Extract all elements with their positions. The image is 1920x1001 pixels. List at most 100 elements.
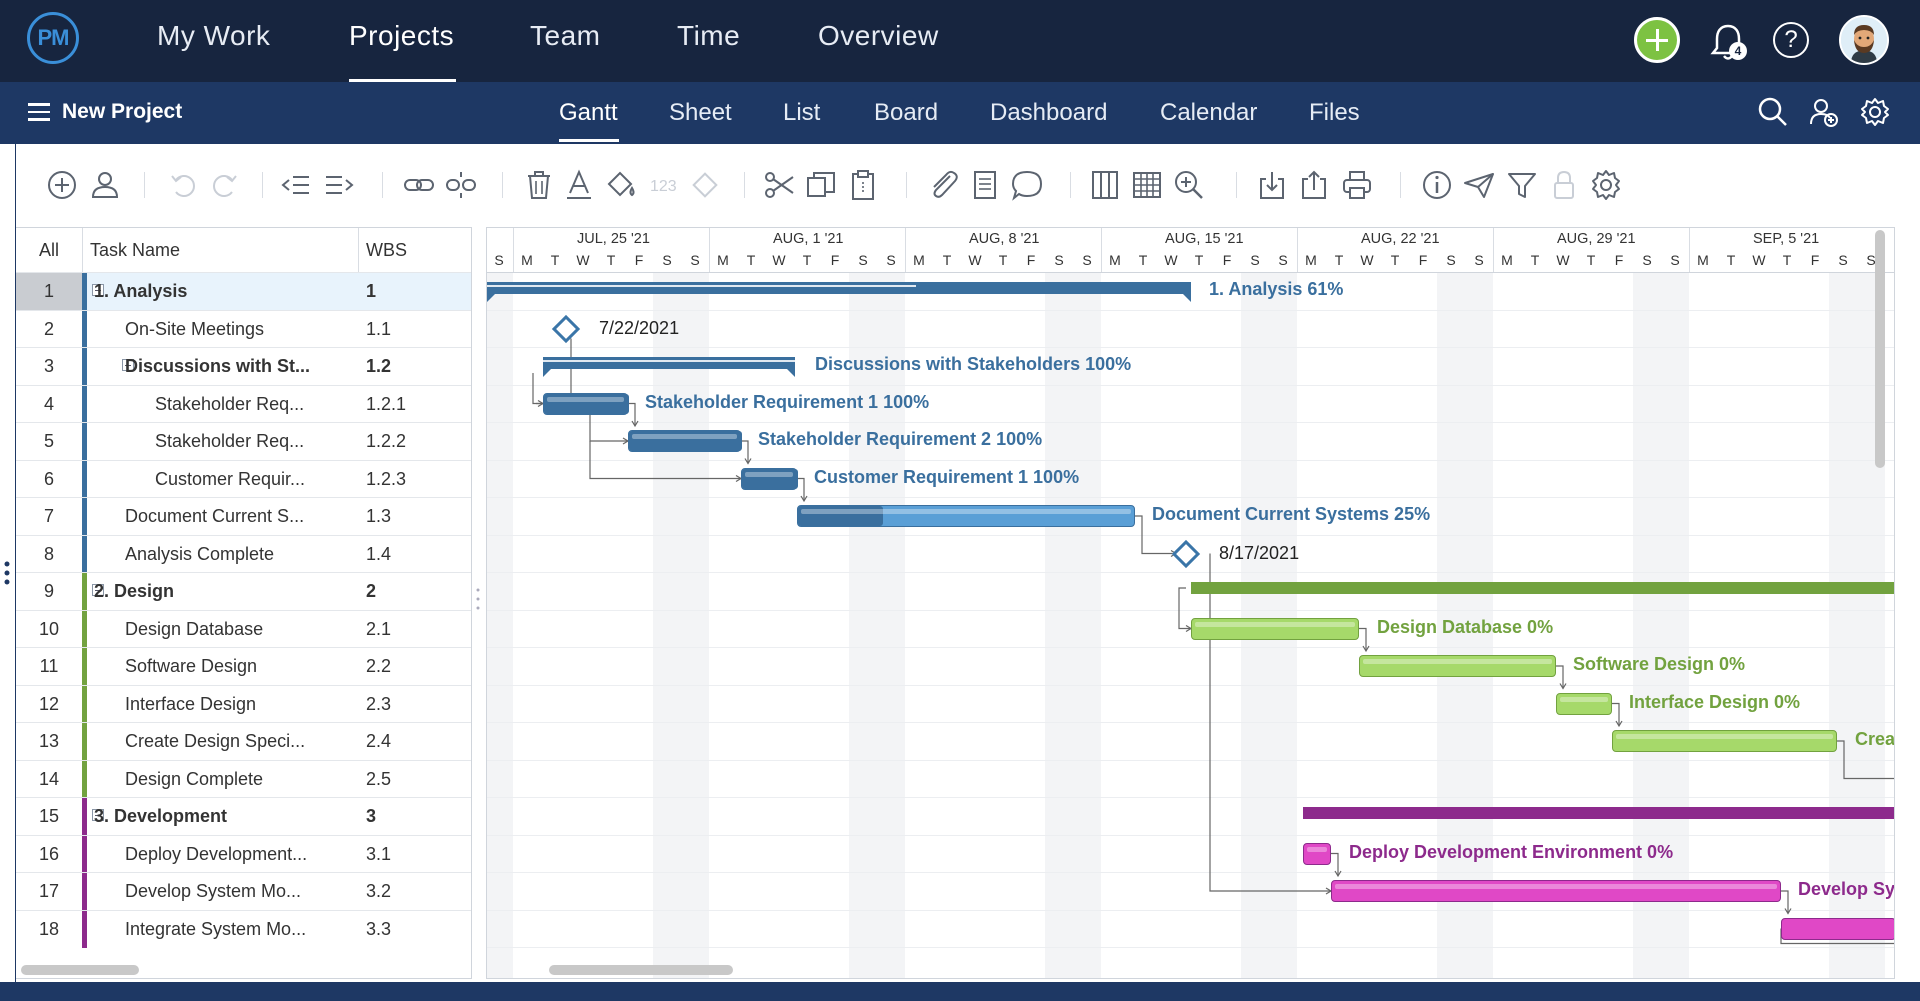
row-number[interactable]: 14 (16, 760, 83, 798)
task-name-cell[interactable]: Interface Design (125, 686, 256, 723)
nav-tab-projects[interactable]: Projects (349, 20, 454, 52)
expand-panel-handle-icon[interactable] (4, 561, 10, 585)
row-number[interactable]: 13 (16, 723, 83, 760)
comment-icon[interactable] (1010, 168, 1044, 202)
wbs-cell[interactable]: 3.3 (366, 911, 391, 948)
table-row[interactable]: 17 Develop System Mo... 3.2 (16, 872, 471, 910)
wbs-cell[interactable]: 2.4 (366, 723, 391, 760)
gantt-horizontal-scrollbar[interactable] (549, 965, 733, 975)
table-row[interactable]: 16 Deploy Development... 3.1 (16, 834, 471, 873)
wbs-cell[interactable]: 1 (366, 273, 376, 310)
row-number[interactable]: 4 (16, 385, 83, 423)
table-row[interactable]: 3 Discussions with St... 1.2 (16, 347, 471, 385)
task-name-cell[interactable]: Customer Requir... (155, 461, 305, 498)
wbs-cell[interactable]: 2.3 (366, 686, 391, 723)
print-icon[interactable] (1340, 168, 1374, 202)
nav-tab-team[interactable]: Team (530, 20, 600, 52)
row-number[interactable]: 11 (16, 648, 83, 685)
task-bar[interactable] (543, 392, 629, 415)
summary-bar[interactable] (543, 357, 795, 377)
task-name-header[interactable]: Task Name (90, 228, 180, 272)
task-name-cell[interactable]: Deploy Development... (125, 836, 307, 873)
task-bar[interactable] (628, 430, 742, 452)
table-row[interactable]: 13 Create Design Speci... 2.4 (16, 722, 471, 760)
add-task-icon[interactable] (45, 168, 79, 202)
filter-icon[interactable] (1505, 168, 1539, 202)
number-format-icon[interactable]: 123 (648, 168, 682, 202)
row-number[interactable]: 3 (16, 348, 83, 385)
table-row[interactable]: 11 Software Design 2.2 (16, 647, 471, 685)
font-color-icon[interactable] (562, 168, 596, 202)
view-tab-dashboard[interactable]: Dashboard (990, 99, 1107, 127)
redo-icon[interactable] (208, 168, 242, 202)
row-number[interactable]: 15 (16, 798, 83, 835)
table-row[interactable]: 2 On-Site Meetings 1.1 (16, 309, 471, 348)
task-name-cell[interactable]: Stakeholder Req... (155, 423, 304, 460)
menu-icon[interactable] (28, 103, 50, 121)
search-icon[interactable] (1757, 96, 1789, 128)
delete-icon[interactable] (522, 168, 556, 202)
milestone-icon[interactable] (688, 168, 722, 202)
gantt-vertical-scrollbar[interactable] (1875, 230, 1885, 468)
info-icon[interactable] (1420, 168, 1454, 202)
settings-icon[interactable] (1589, 168, 1623, 202)
attachment-icon[interactable] (926, 168, 960, 202)
indent-icon[interactable] (322, 168, 356, 202)
summary-bar-design[interactable] (1191, 582, 1894, 594)
table-row[interactable]: 9 2. Design 2 (16, 572, 471, 610)
help-icon[interactable]: ? (1773, 22, 1809, 58)
row-number[interactable]: 12 (16, 685, 83, 723)
export-icon[interactable] (1297, 168, 1331, 202)
wbs-cell[interactable]: 3.1 (366, 836, 391, 873)
cut-icon[interactable] (762, 168, 796, 202)
row-number[interactable]: 9 (16, 573, 83, 610)
table-row[interactable]: 7 Document Current S... 1.3 (16, 497, 471, 535)
table-row[interactable]: 6 Customer Requir... 1.2.3 (16, 459, 471, 498)
task-name-cell[interactable]: Develop System Mo... (125, 873, 301, 910)
task-name-cell[interactable]: Discussions with St... (125, 348, 310, 385)
view-tab-list[interactable]: List (783, 99, 820, 127)
select-all-header[interactable]: All (16, 228, 83, 272)
panel-resize-handle-icon[interactable] (476, 587, 480, 611)
task-name-cell[interactable]: Create Design Speci... (125, 723, 305, 760)
task-bar[interactable] (797, 505, 1135, 527)
row-number[interactable]: 2 (16, 310, 83, 348)
table-row[interactable]: 15 3. Development 3 (16, 797, 471, 835)
table-row[interactable]: 8 Analysis Complete 1.4 (16, 534, 471, 573)
nav-tab-my-work[interactable]: My Work (157, 20, 270, 52)
task-name-cell[interactable]: Integrate System Mo... (125, 911, 306, 948)
grid-horizontal-scrollbar[interactable] (21, 965, 139, 975)
wbs-cell[interactable]: 1.3 (366, 498, 391, 535)
wbs-cell[interactable]: 2.5 (366, 761, 391, 798)
task-bar[interactable] (741, 467, 798, 490)
row-number[interactable]: 17 (16, 873, 83, 910)
task-name-cell[interactable]: Stakeholder Req... (155, 386, 304, 423)
table-row[interactable]: 18 Integrate System Mo... 3.3 (16, 909, 471, 948)
add-new-button[interactable] (1634, 17, 1680, 63)
fill-color-icon[interactable] (604, 168, 638, 202)
wbs-cell[interactable]: 2.2 (366, 648, 391, 685)
task-name-cell[interactable]: 1. Analysis (94, 273, 187, 310)
import-icon[interactable] (1255, 168, 1289, 202)
pm-logo[interactable]: PM (27, 12, 79, 64)
row-number[interactable]: 18 (16, 910, 83, 948)
zoom-icon[interactable] (1172, 168, 1206, 202)
add-user-icon[interactable] (1808, 96, 1840, 128)
wbs-cell[interactable]: 1.2.3 (366, 461, 406, 498)
user-avatar[interactable] (1839, 15, 1889, 65)
nav-tab-time[interactable]: Time (677, 20, 740, 52)
table-row[interactable]: 10 Design Database 2.1 (16, 609, 471, 648)
task-name-cell[interactable]: 2. Design (94, 573, 174, 610)
task-bar[interactable] (1331, 880, 1781, 902)
task-name-cell[interactable]: 3. Development (94, 798, 227, 835)
wbs-cell[interactable]: 2 (366, 573, 376, 610)
row-number[interactable]: 10 (16, 610, 83, 648)
task-name-cell[interactable]: Document Current S... (125, 498, 304, 535)
wbs-cell[interactable]: 1.1 (366, 311, 391, 348)
task-name-cell[interactable]: Analysis Complete (125, 536, 274, 573)
task-name-cell[interactable]: Design Complete (125, 761, 263, 798)
row-number[interactable]: 8 (16, 535, 83, 573)
wbs-header[interactable]: WBS (366, 228, 407, 272)
project-name[interactable]: New Project (62, 100, 182, 124)
table-row[interactable]: 14 Design Complete 2.5 (16, 759, 471, 798)
